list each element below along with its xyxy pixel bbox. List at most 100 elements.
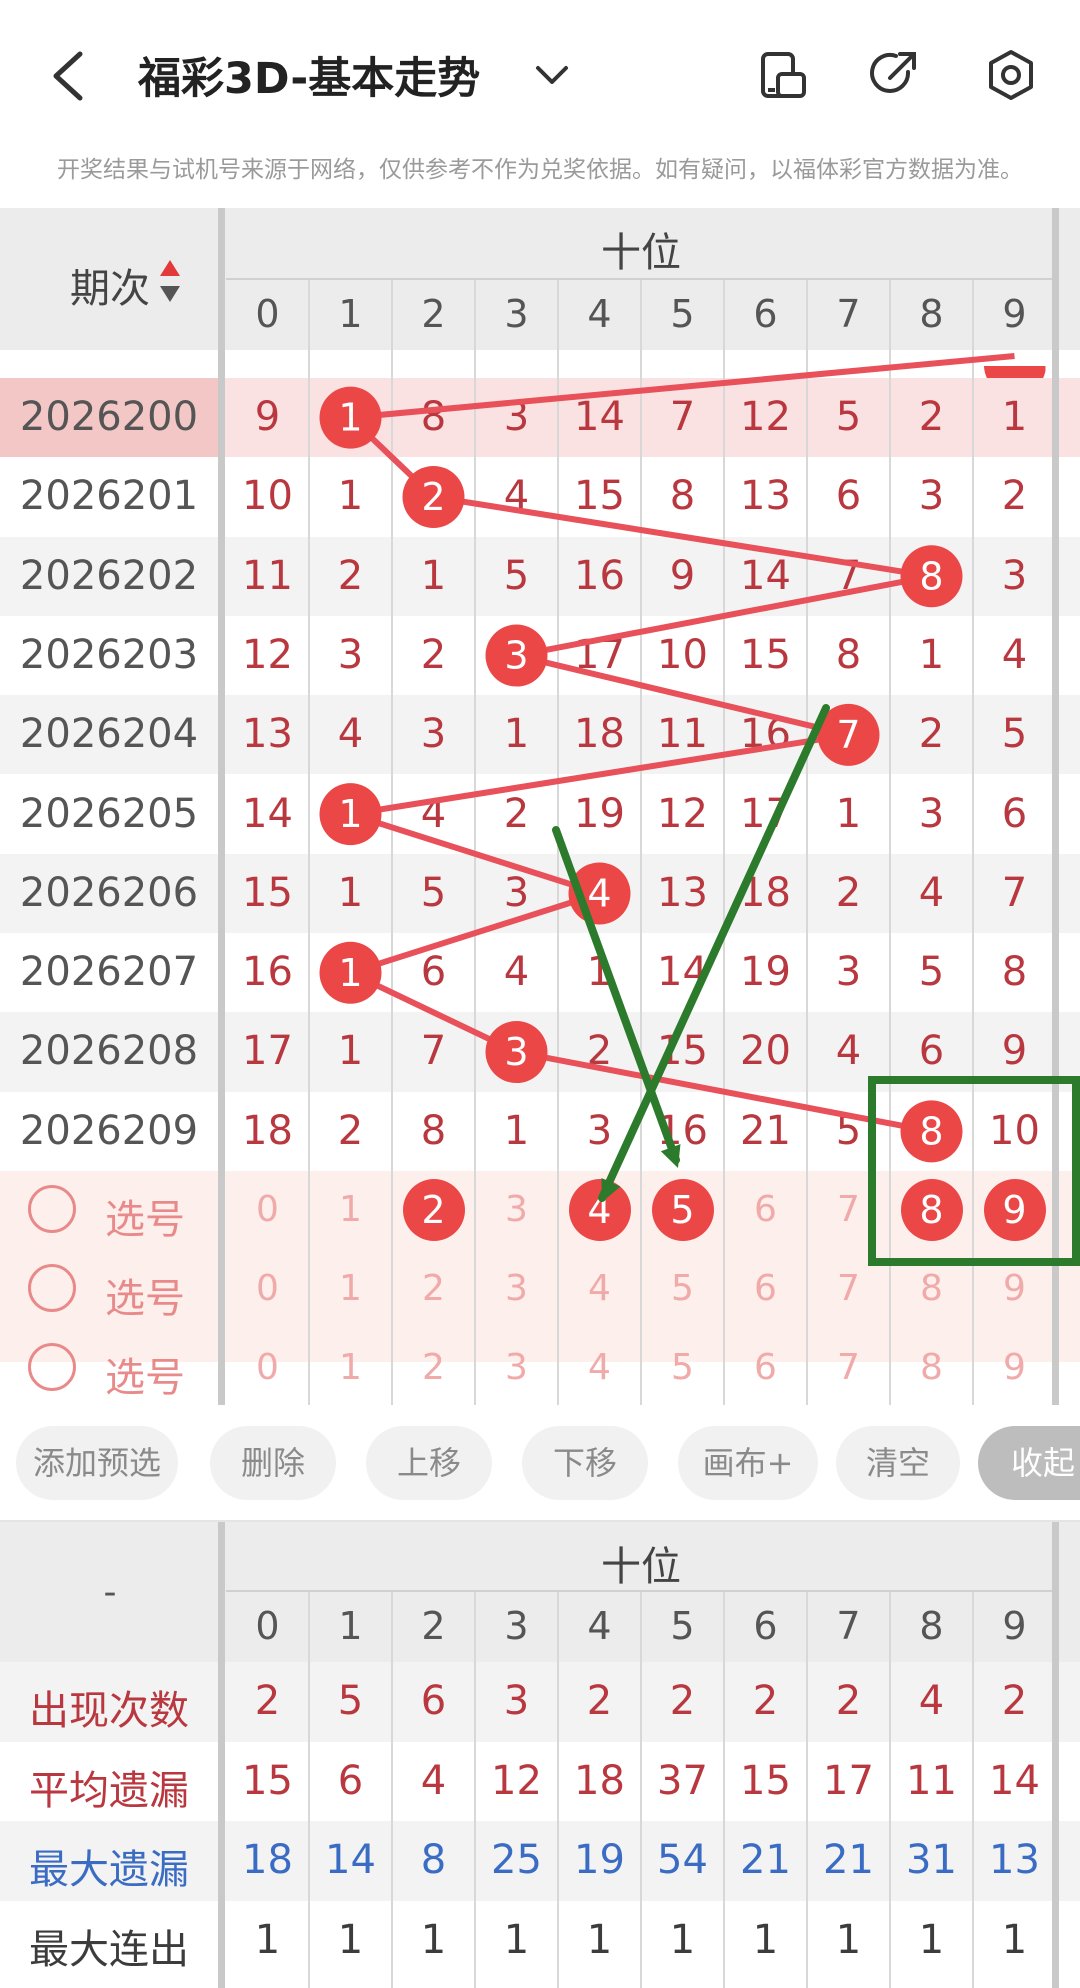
miss-count: 3: [918, 790, 945, 837]
chevron-down-icon[interactable]: [532, 60, 572, 90]
toolbar-button[interactable]: 清空: [836, 1426, 960, 1500]
pick-ball-selected[interactable]: 9: [983, 1179, 1046, 1241]
miss-count: 5: [420, 869, 447, 916]
column-divider: [557, 1592, 559, 1988]
pick-digit[interactable]: 0: [226, 1189, 309, 1230]
pick-digit[interactable]: 1: [309, 1268, 392, 1309]
toolbar-button[interactable]: 画布+: [678, 1426, 818, 1500]
miss-count: 6: [420, 949, 447, 996]
pick-digit[interactable]: 3: [475, 1268, 558, 1309]
pick-ball-selected[interactable]: 8: [900, 1179, 963, 1241]
pick-digit[interactable]: 0: [226, 1268, 309, 1309]
stats-digit-header: 9: [1002, 1604, 1027, 1648]
miss-count: 4: [1001, 631, 1028, 678]
miss-count: 16: [740, 711, 791, 758]
pick-digit[interactable]: 6: [724, 1268, 807, 1309]
pick-digit[interactable]: 5: [641, 1268, 724, 1309]
pick-digit[interactable]: 3: [475, 1189, 558, 1230]
toolbar-button[interactable]: 添加预选: [16, 1426, 178, 1500]
pick-digit[interactable]: 0: [226, 1347, 309, 1388]
pick-ball-selected[interactable]: 2: [402, 1179, 465, 1241]
pick-radio[interactable]: [28, 1343, 76, 1391]
miss-count: 16: [574, 552, 625, 599]
issue-number: 2026207: [19, 949, 199, 996]
stats-digit-header: 2: [421, 1604, 446, 1648]
pick-digit[interactable]: 9: [973, 1347, 1056, 1388]
pick-radio[interactable]: [28, 1264, 76, 1312]
screen-rotate-icon[interactable]: [758, 50, 808, 100]
group-separator: [1052, 208, 1059, 1405]
miss-count: 2: [503, 790, 530, 837]
pick-digit[interactable]: 7: [807, 1189, 890, 1230]
back-icon[interactable]: [48, 48, 88, 104]
toolbar-button[interactable]: 删除: [210, 1426, 336, 1500]
stats-digit-header: 4: [587, 1604, 612, 1648]
pick-ball-selected[interactable]: 5: [651, 1179, 714, 1241]
digit-header: 8: [919, 292, 944, 336]
miss-count: 4: [918, 869, 945, 916]
issue-number: 2026200: [19, 394, 199, 440]
miss-count: 1: [586, 949, 613, 996]
miss-count: 3: [918, 473, 945, 520]
stats-value: 2: [752, 1678, 779, 1724]
sort-icon[interactable]: [156, 258, 184, 304]
miss-count: 17: [740, 790, 791, 837]
pick-digit[interactable]: 7: [807, 1347, 890, 1388]
pick-digit[interactable]: 7: [807, 1268, 890, 1309]
stats-value: 21: [823, 1837, 874, 1883]
share-icon[interactable]: [868, 48, 920, 100]
stats-row-label: 平均遗漏: [29, 1767, 189, 1814]
collapse-button[interactable]: 收起: [978, 1426, 1080, 1500]
stats-value: 37: [657, 1757, 708, 1804]
pick-radio[interactable]: [28, 1185, 76, 1233]
column-divider: [308, 280, 310, 1405]
toolbar-button[interactable]: 下移: [522, 1426, 648, 1500]
top-bar: 福彩3D-基本走势: [0, 0, 1080, 150]
pick-digit[interactable]: 6: [724, 1189, 807, 1230]
pick-digit[interactable]: 8: [890, 1347, 973, 1388]
column-divider: [640, 1592, 642, 1988]
miss-count: 5: [1001, 711, 1028, 758]
page-title[interactable]: 福彩3D-基本走势: [138, 44, 480, 106]
pick-label[interactable]: 选号: [100, 1266, 190, 1324]
group-label: 十位: [601, 230, 681, 276]
stats-value: 21: [740, 1837, 791, 1883]
stats-digit-header: 3: [504, 1604, 529, 1648]
column-divider: [308, 1592, 310, 1988]
miss-count: 2: [337, 552, 364, 599]
pick-digit[interactable]: 4: [558, 1347, 641, 1388]
column-divider: [723, 1592, 725, 1988]
toolbar-button[interactable]: 上移: [366, 1426, 492, 1500]
pick-digit[interactable]: 9: [973, 1268, 1056, 1309]
pick-label[interactable]: 选号: [100, 1345, 190, 1403]
miss-count: 11: [657, 711, 708, 758]
pick-ball-selected[interactable]: 4: [568, 1179, 631, 1241]
pick-digit[interactable]: 2: [392, 1347, 475, 1388]
pick-label[interactable]: 选号: [100, 1187, 190, 1245]
miss-count: 8: [1001, 949, 1028, 996]
miss-count: 7: [835, 552, 862, 599]
pick-digit[interactable]: 1: [309, 1347, 392, 1388]
pick-digit[interactable]: 1: [309, 1189, 392, 1230]
miss-count: 1: [420, 552, 447, 599]
miss-count: 5: [918, 949, 945, 996]
miss-count: 10: [657, 631, 708, 678]
miss-count: 15: [657, 1028, 708, 1075]
miss-count: 19: [740, 949, 791, 996]
stats-value: 13: [989, 1837, 1040, 1883]
miss-count: 12: [242, 631, 293, 678]
pick-digit[interactable]: 2: [392, 1268, 475, 1309]
settings-icon[interactable]: [984, 48, 1038, 102]
issue-number: 2026204: [19, 711, 199, 758]
stats-value: 1: [752, 1916, 779, 1963]
pick-digit[interactable]: 8: [890, 1268, 973, 1309]
pick-digit[interactable]: 6: [724, 1347, 807, 1388]
stats-digit-header: 7: [836, 1604, 861, 1648]
stats-value: 17: [823, 1757, 874, 1804]
digit-header: 2: [421, 292, 446, 336]
issue-number: 2026209: [19, 1107, 199, 1154]
pick-digit[interactable]: 4: [558, 1268, 641, 1309]
pick-digit[interactable]: 3: [475, 1347, 558, 1388]
stats-value: 1: [254, 1916, 281, 1963]
pick-digit[interactable]: 5: [641, 1347, 724, 1388]
